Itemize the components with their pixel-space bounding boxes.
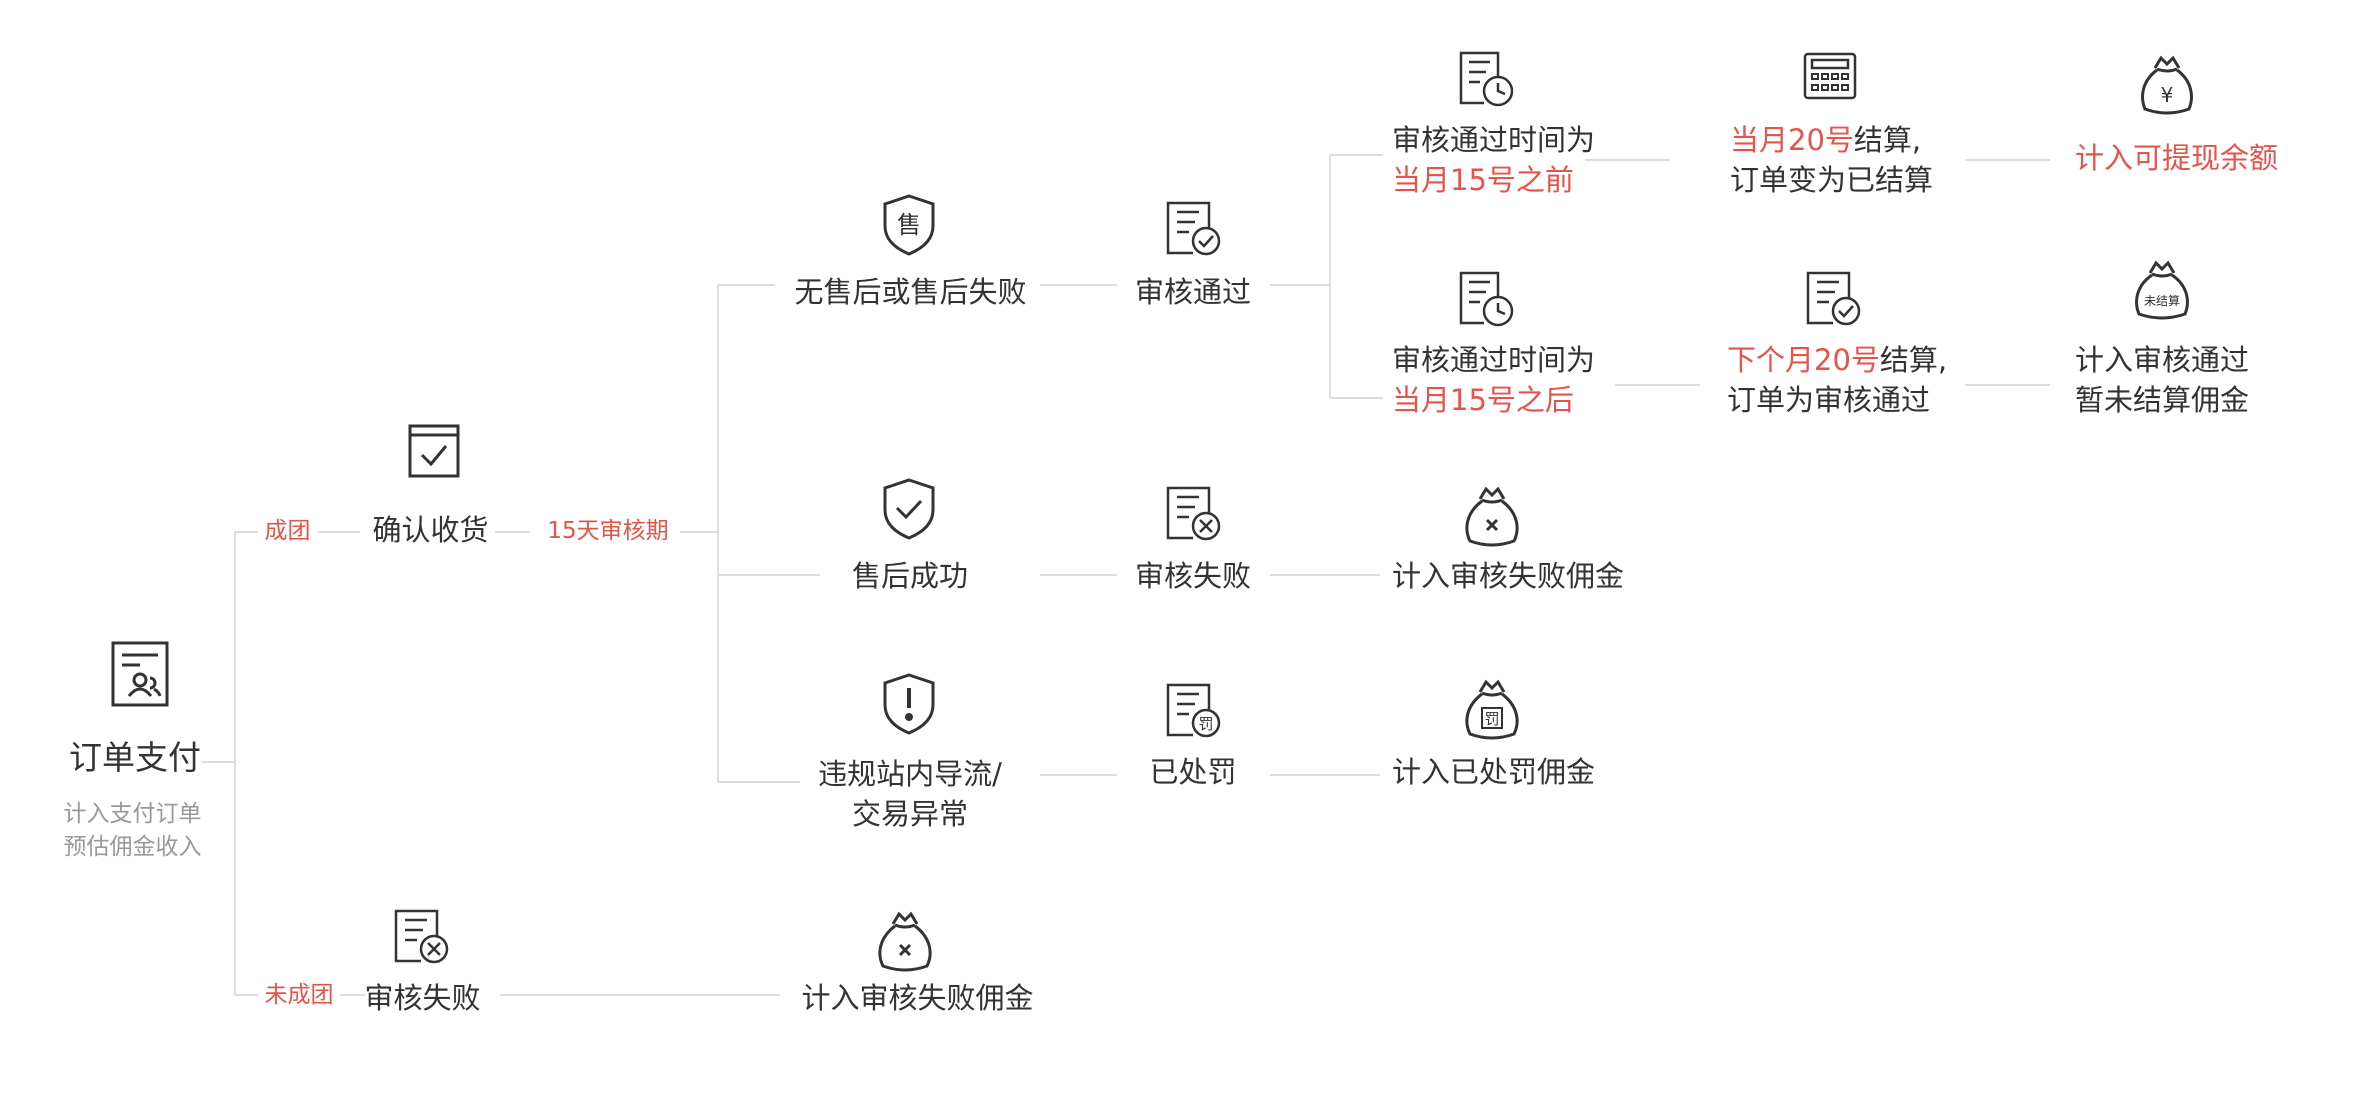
- money-bag-x-icon: [875, 910, 935, 974]
- branch3-line2: 交易异常: [851, 797, 968, 831]
- before-settle-line2: 订单变为已结算: [1730, 163, 1934, 197]
- group-fail-result: 计入审核失败佣金: [801, 981, 1034, 1015]
- money-bag-x-icon: [1462, 485, 1522, 549]
- branch3-audit: 已处罚: [1149, 755, 1237, 789]
- after-settle-date: 下个月20号: [1727, 343, 1880, 377]
- doc-clock-icon: [1458, 270, 1514, 328]
- calculator-icon: [1803, 52, 1857, 100]
- before-settle-suffix: 结算,: [1853, 123, 1922, 157]
- before-line2: 当月15号之前: [1392, 163, 1574, 197]
- shield-check-icon: [882, 477, 936, 541]
- box-check-icon: [407, 423, 461, 479]
- edge-label-success: 成团: [264, 518, 311, 544]
- before-settle-line1: 当月20号结算,: [1730, 120, 1921, 160]
- penalty-stamp-text: 罚: [1198, 715, 1213, 733]
- doc-penalty-icon: 罚: [1165, 682, 1223, 740]
- shield-sale-icon: 售: [882, 193, 936, 257]
- edge-label-fail: 未成团: [264, 982, 334, 1008]
- group-fail-label: 审核失败: [364, 981, 481, 1015]
- branch1-label: 无售后或售后失败: [794, 275, 1027, 309]
- shield-alert-icon: [882, 672, 936, 736]
- money-bag-penalty-icon: 罚: [1462, 678, 1522, 742]
- branch2-label: 售后成功: [851, 559, 968, 593]
- commission-flow-diagram: 订单支付 计入支付订单 预估佣金收入 成团 未成团 15天审核期 确认收货 审核…: [0, 0, 2357, 1119]
- after-settle-line2: 订单为审核通过: [1727, 383, 1931, 417]
- confirm-label: 确认收货: [372, 513, 489, 547]
- money-bag-unsettled-icon: 未结算: [2132, 260, 2192, 322]
- before-line1: 审核通过时间为: [1392, 123, 1596, 157]
- after-line1: 审核通过时间为: [1392, 343, 1596, 377]
- payment-order-icon: [110, 640, 170, 708]
- doc-check-icon: [1165, 200, 1223, 258]
- doc-check-icon: [1805, 270, 1863, 328]
- branch2-result: 计入审核失败佣金: [1392, 559, 1625, 593]
- penalty-bag-text: 罚: [1484, 710, 1499, 728]
- after-line2: 当月15号之后: [1392, 383, 1574, 417]
- edge-label-period: 15天审核期: [547, 518, 669, 544]
- branch3-line1: 违规站内导流/: [818, 757, 1002, 791]
- root-sub-2: 预估佣金收入: [63, 834, 202, 860]
- branch3-result: 计入已处罚佣金: [1392, 755, 1596, 789]
- unsettled-bag-text: 未结算: [2144, 293, 2180, 308]
- after-final-line1: 计入审核通过: [2075, 343, 2250, 377]
- svg-text:¥: ¥: [2161, 83, 2174, 107]
- doc-clock-icon: [1458, 50, 1514, 108]
- branch2-audit: 审核失败: [1134, 559, 1251, 593]
- after-final-line2: 暂未结算佣金: [2075, 383, 2250, 417]
- before-final: 计入可提现余额: [2075, 141, 2279, 175]
- doc-x-icon: [393, 908, 451, 966]
- before-settle-date: 当月20号: [1730, 123, 1854, 157]
- doc-x-icon: [1165, 485, 1223, 543]
- root-label: 订单支付: [69, 738, 201, 777]
- branch1-audit: 审核通过: [1134, 275, 1251, 309]
- root-sub-1: 计入支付订单: [63, 801, 202, 827]
- svg-text:售: 售: [897, 211, 921, 239]
- after-settle-line1: 下个月20号结算,: [1727, 340, 1947, 380]
- connector-branch-trunk: [717, 284, 820, 783]
- after-settle-suffix: 结算,: [1879, 343, 1948, 377]
- money-bag-yen-icon: ¥: [2138, 55, 2196, 117]
